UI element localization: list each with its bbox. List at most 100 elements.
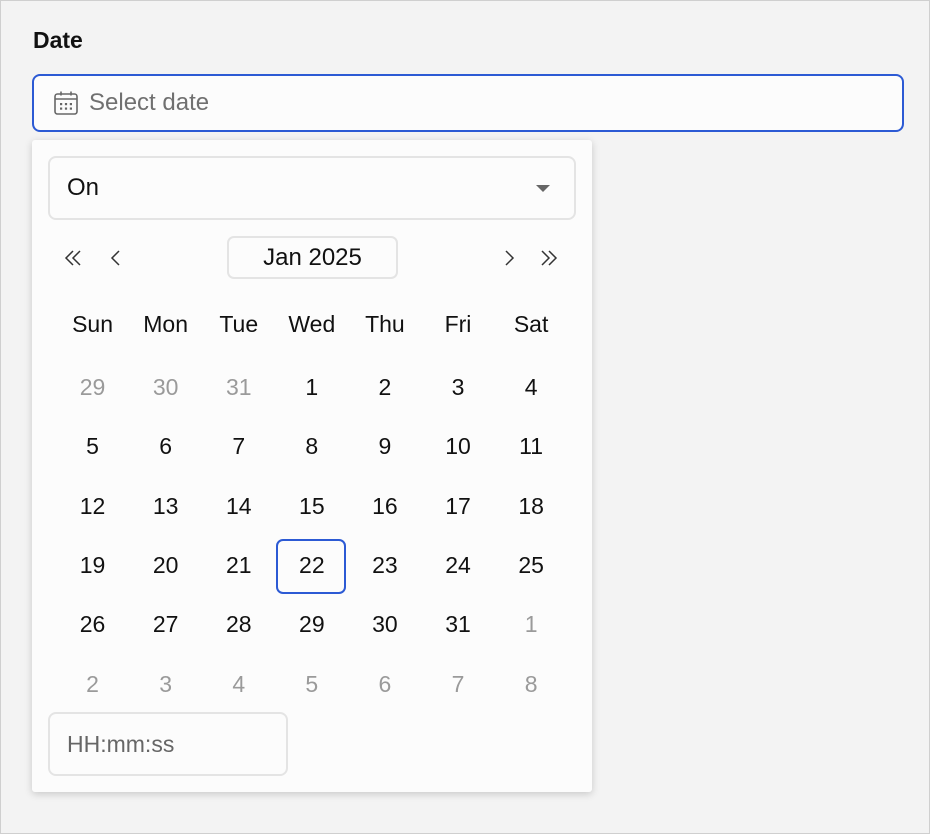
calendar-week-row: 26 27 28 29 30 31 1 xyxy=(56,595,568,654)
calendar-weeks: 29 30 31 1 2 3 4 5 6 7 8 9 10 11 12 13 14 15 16 17 18 19 20 21 2… xyxy=(56,358,568,714)
day-number: 8 xyxy=(305,433,319,460)
day-number: 5 xyxy=(86,433,99,460)
day-number: 27 xyxy=(152,611,179,638)
day-number: 16 xyxy=(372,492,398,519)
day-number: 13 xyxy=(152,492,179,519)
day-cell[interactable]: 1 xyxy=(275,358,348,417)
day-number: 3 xyxy=(451,374,465,401)
time-input-placeholder: HH:mm:ss xyxy=(67,730,175,757)
day-number: 19 xyxy=(79,552,106,579)
day-number: 12 xyxy=(79,492,106,519)
weekday-header-row: Sun Mon Tue Wed Thu Fri Sat xyxy=(56,290,568,358)
calendar-week-row: 5 6 7 8 9 10 11 xyxy=(56,417,568,476)
day-cell[interactable]: 13 xyxy=(129,477,202,536)
day-cell[interactable]: 29 xyxy=(275,595,348,654)
day-cell-outside-month[interactable]: 8 xyxy=(495,654,568,713)
day-cell-outside-month[interactable]: 29 xyxy=(56,358,129,417)
day-cell[interactable]: 24 xyxy=(421,536,494,595)
day-cell[interactable]: 8 xyxy=(275,417,348,476)
next-month-button[interactable] xyxy=(499,242,519,274)
day-number: 22 xyxy=(299,552,325,579)
prev-year-button[interactable] xyxy=(62,242,86,274)
day-number: 23 xyxy=(372,552,398,579)
day-cell[interactable]: 21 xyxy=(202,536,275,595)
day-cell[interactable]: 14 xyxy=(202,477,275,536)
chevron-left-icon xyxy=(110,250,120,266)
chevron-right-icon xyxy=(505,250,515,266)
day-number: 24 xyxy=(445,552,471,579)
day-cell[interactable]: 20 xyxy=(129,536,202,595)
day-cell-outside-month[interactable]: 7 xyxy=(421,654,494,713)
day-number: 9 xyxy=(378,433,392,460)
day-cell-outside-month[interactable]: 31 xyxy=(202,358,275,417)
day-cell[interactable]: 25 xyxy=(495,536,568,595)
day-number: 21 xyxy=(225,552,252,579)
day-cell[interactable]: 17 xyxy=(421,477,494,536)
day-number: 17 xyxy=(445,492,471,519)
day-cell[interactable]: 12 xyxy=(56,477,129,536)
day-number: 4 xyxy=(232,670,246,697)
time-input[interactable]: HH:mm:ss xyxy=(48,712,288,776)
day-number: 3 xyxy=(159,670,173,697)
day-cell[interactable]: 2 xyxy=(348,358,421,417)
day-cell[interactable]: 10 xyxy=(421,417,494,476)
date-input[interactable]: Select date xyxy=(32,74,904,132)
day-cell[interactable]: 6 xyxy=(129,417,202,476)
day-number: 1 xyxy=(305,374,319,401)
day-cell-outside-month[interactable]: 5 xyxy=(275,654,348,713)
day-cell[interactable]: 3 xyxy=(421,358,494,417)
day-cell-outside-month[interactable]: 30 xyxy=(129,358,202,417)
calendar-week-row: 12 13 14 15 16 17 18 xyxy=(56,477,568,536)
day-cell-outside-month[interactable]: 3 xyxy=(129,654,202,713)
weekday-label: Sun xyxy=(72,310,114,337)
weekday-label: Thu xyxy=(365,310,405,337)
day-cell[interactable]: 16 xyxy=(348,477,421,536)
day-number: 5 xyxy=(305,670,319,697)
day-cell[interactable]: 19 xyxy=(56,536,129,595)
day-cell[interactable]: 26 xyxy=(56,595,129,654)
weekday-label: Wed xyxy=(288,310,336,337)
day-cell-today[interactable]: 22 xyxy=(275,536,348,595)
weekday-label: Sat xyxy=(513,310,549,337)
day-cell[interactable]: 23 xyxy=(348,536,421,595)
calendar-navigation: Jan 2025 xyxy=(48,236,576,280)
day-number: 31 xyxy=(225,374,252,401)
day-cell[interactable]: 11 xyxy=(495,417,568,476)
day-number: 29 xyxy=(79,374,106,401)
day-number: 6 xyxy=(159,433,173,460)
mode-select-value: On xyxy=(67,174,100,201)
day-cell[interactable]: 30 xyxy=(348,595,421,654)
day-cell[interactable]: 18 xyxy=(495,477,568,536)
double-chevron-right-icon xyxy=(541,250,558,266)
day-cell[interactable]: 7 xyxy=(202,417,275,476)
day-cell[interactable]: 5 xyxy=(56,417,129,476)
day-number: 30 xyxy=(152,374,179,401)
month-year-button[interactable]: Jan 2025 xyxy=(227,236,398,279)
day-cell[interactable]: 31 xyxy=(421,595,494,654)
day-number: 25 xyxy=(518,552,544,579)
day-cell[interactable]: 4 xyxy=(495,358,568,417)
day-cell-outside-month[interactable]: 4 xyxy=(202,654,275,713)
day-number: 4 xyxy=(524,374,538,401)
day-cell-outside-month[interactable]: 1 xyxy=(495,595,568,654)
day-cell[interactable]: 15 xyxy=(275,477,348,536)
date-picker-popup: On Jan 2025 Sun Mon Tue Wed Thu Fri Sat … xyxy=(32,140,592,792)
calendar-week-row: 29 30 31 1 2 3 4 xyxy=(56,358,568,417)
day-number: 28 xyxy=(225,611,252,638)
prev-month-button[interactable] xyxy=(106,242,126,274)
day-number: 6 xyxy=(378,670,392,697)
day-cell[interactable]: 28 xyxy=(202,595,275,654)
date-field-label: Date xyxy=(33,27,83,53)
day-number: 2 xyxy=(378,374,392,401)
day-cell-outside-month[interactable]: 2 xyxy=(56,654,129,713)
day-cell-outside-month[interactable]: 6 xyxy=(348,654,421,713)
day-number: 8 xyxy=(524,670,538,697)
day-cell[interactable]: 27 xyxy=(129,595,202,654)
day-cell[interactable]: 9 xyxy=(348,417,421,476)
day-number: 2 xyxy=(86,670,99,697)
day-number: 15 xyxy=(299,492,325,519)
day-number: 18 xyxy=(518,492,544,519)
next-year-button[interactable] xyxy=(536,242,560,274)
mode-select[interactable]: On xyxy=(48,156,576,220)
calendar-grid: Sun Mon Tue Wed Thu Fri Sat 29 30 31 1 2 3 4 5 6 7 8 9 10 1… xyxy=(56,290,568,714)
